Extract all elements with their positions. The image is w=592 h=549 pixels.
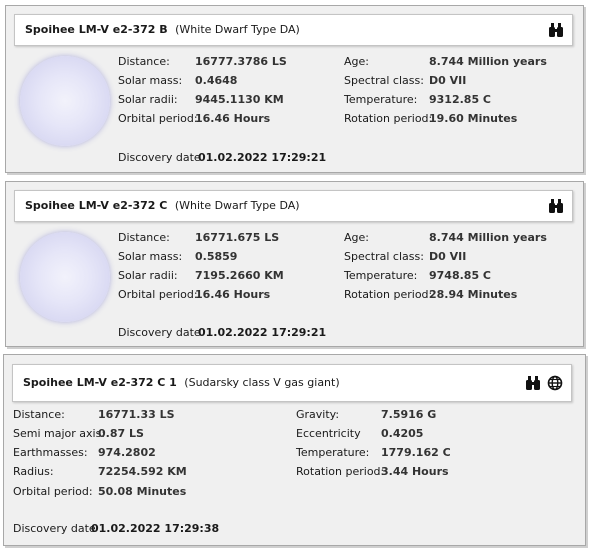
body-title: Spoihee LM-V e2-372 C (White Dwarf Type …	[25, 199, 300, 212]
body-card-c1: Spoihee LM-V e2-372 C 1 (Sudarsky class …	[3, 354, 586, 546]
body-name: Spoihee LM-V e2-372 B	[25, 23, 168, 36]
discovery-date-label: Discovery date	[118, 151, 201, 164]
earthmasses-value: 974.2802	[98, 446, 156, 459]
discovery-date-label: Discovery date	[13, 522, 96, 535]
semi-major-axis-label: Semi major axis:	[13, 427, 106, 440]
radius-value: 72254.592 KM	[98, 465, 187, 478]
binoculars-icon[interactable]	[548, 22, 564, 38]
rotation-period-value: 19.60 Minutes	[429, 112, 518, 125]
solar-radii-value: 9445.1130 KM	[195, 93, 284, 106]
age-label: Age:	[344, 231, 369, 244]
distance-label: Distance:	[118, 231, 170, 244]
orbital-period-label: Orbital period:	[118, 112, 198, 125]
orbital-period-value: 16.46 Hours	[195, 112, 271, 125]
body-type: (White Dwarf Type DA)	[175, 23, 300, 36]
discovery-date-value: 01.02.2022 17:29:21	[198, 326, 327, 339]
age-value: 8.744 Million years	[429, 231, 547, 244]
eccentricity-label: Eccentricity	[296, 427, 361, 440]
rotation-period-value: 28.94 Minutes	[429, 288, 518, 301]
age-label: Age:	[344, 55, 369, 68]
age-value: 8.744 Million years	[429, 55, 547, 68]
temperature-value: 1779.162 C	[381, 446, 451, 459]
body-name: Spoihee LM-V e2-372 C	[25, 199, 168, 212]
radius-label: Radius:	[13, 465, 54, 478]
discovery-date-value: 01.02.2022 17:29:38	[91, 522, 220, 535]
temperature-value: 9748.85 C	[429, 269, 492, 282]
temperature-value: 9312.85 C	[429, 93, 492, 106]
temperature-label: Temperature:	[344, 269, 418, 282]
orbital-period-value: 16.46 Hours	[195, 288, 271, 301]
solar-radii-value: 7195.2660 KM	[195, 269, 284, 282]
spectral-class-label: Spectral class:	[344, 74, 424, 87]
solar-radii-label: Solar radii:	[118, 269, 178, 282]
spectral-class-value: D0 VII	[429, 250, 467, 263]
distance-label: Distance:	[118, 55, 170, 68]
orbital-period-label: Orbital period:	[118, 288, 198, 301]
globe-icon[interactable]	[547, 375, 563, 391]
body-type: (Sudarsky class V gas giant)	[184, 376, 340, 389]
rotation-period-label: Rotation period:	[296, 465, 385, 478]
orbital-period-value: 50.08 Minutes	[98, 485, 187, 498]
distance-value: 16771.33 LS	[98, 408, 175, 421]
solar-mass-label: Solar mass:	[118, 74, 183, 87]
distance-value: 16771.675 LS	[195, 231, 280, 244]
earthmasses-label: Earthmasses:	[13, 446, 88, 459]
star-image	[20, 56, 110, 146]
solar-mass-value: 0.5859	[195, 250, 238, 263]
gravity-value: 7.5916 G	[381, 408, 437, 421]
distance-label: Distance:	[13, 408, 65, 421]
rotation-period-label: Rotation period:	[344, 112, 433, 125]
solar-mass-value: 0.4648	[195, 74, 238, 87]
solar-radii-label: Solar radii:	[118, 93, 178, 106]
binoculars-icon[interactable]	[525, 375, 541, 391]
distance-value: 16777.3786 LS	[195, 55, 287, 68]
body-title: Spoihee LM-V e2-372 B (White Dwarf Type …	[25, 23, 300, 36]
spectral-class-value: D0 VII	[429, 74, 467, 87]
semi-major-axis-value: 0.87 LS	[98, 427, 144, 440]
star-image	[20, 232, 110, 322]
body-card-b: Spoihee LM-V e2-372 B (White Dwarf Type …	[5, 5, 584, 173]
body-name: Spoihee LM-V e2-372 C 1	[23, 376, 177, 389]
spectral-class-label: Spectral class:	[344, 250, 424, 263]
body-card-header: Spoihee LM-V e2-372 C (White Dwarf Type …	[14, 190, 573, 222]
rotation-period-label: Rotation period:	[344, 288, 433, 301]
body-card-header: Spoihee LM-V e2-372 B (White Dwarf Type …	[14, 14, 573, 46]
solar-mass-label: Solar mass:	[118, 250, 183, 263]
temperature-label: Temperature:	[344, 93, 418, 106]
body-card-header: Spoihee LM-V e2-372 C 1 (Sudarsky class …	[12, 364, 572, 402]
discovery-date-value: 01.02.2022 17:29:21	[198, 151, 327, 164]
body-title: Spoihee LM-V e2-372 C 1 (Sudarsky class …	[23, 376, 340, 389]
binoculars-icon[interactable]	[548, 198, 564, 214]
eccentricity-value: 0.4205	[381, 427, 424, 440]
discovery-date-label: Discovery date	[118, 326, 201, 339]
body-card-c: Spoihee LM-V e2-372 C (White Dwarf Type …	[5, 181, 584, 347]
orbital-period-label: Orbital period:	[13, 485, 93, 498]
body-type: (White Dwarf Type DA)	[174, 199, 300, 212]
rotation-period-value: 3.44 Hours	[381, 465, 449, 478]
gravity-label: Gravity:	[296, 408, 340, 421]
temperature-label: Temperature:	[296, 446, 370, 459]
